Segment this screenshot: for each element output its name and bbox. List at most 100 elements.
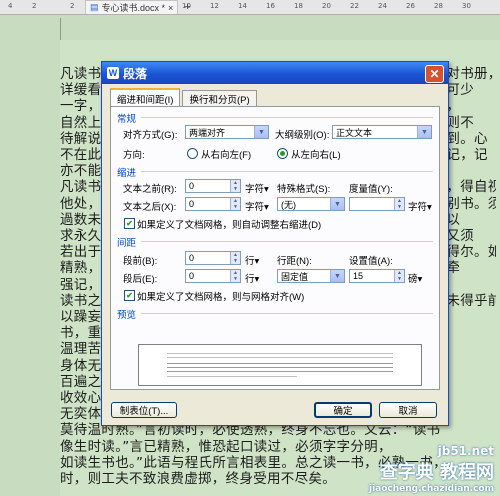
document-tab-label: 专心读书.docx * <box>101 3 166 13</box>
document-tab-bar: ▤ 专心读书.docx * × + <box>85 0 191 14</box>
tab-line-page-breaks[interactable]: 换行和分页(P) <box>182 90 257 107</box>
indent-section-header: 缩进 <box>117 168 137 179</box>
space-after-input[interactable]: 0 ▲ ▼ <box>185 269 241 283</box>
dialog-title: 段落 <box>123 66 148 81</box>
preview-section-header: 预览 <box>117 310 137 321</box>
measure-label: 度量值(Y): <box>349 184 393 195</box>
ruler-number: 22 <box>350 2 359 10</box>
paragraph-dialog: W 段落 ✕ 缩进和间距(I) 换行和分页(P) 常规 对齐方式(G): 两端对… <box>101 61 449 426</box>
tab-stops-button[interactable]: 制表位(T)... <box>111 402 177 418</box>
space-before-label: 段前(B): <box>123 256 158 267</box>
alignment-label: 对齐方式(G): <box>123 130 178 141</box>
setting-value-unit[interactable]: 磅▾ <box>408 271 422 285</box>
space-after-unit[interactable]: 行▾ <box>245 271 259 285</box>
setting-value: 15 <box>353 271 364 281</box>
cancel-button[interactable]: 取消 <box>379 402 437 418</box>
rtl-radio[interactable] <box>187 148 198 159</box>
preview-line <box>167 363 393 364</box>
outline-level-select[interactable]: 正文文本 ▼ <box>332 125 432 139</box>
spin-arrows-icon[interactable]: ▲ ▼ <box>230 270 240 282</box>
dialog-titlebar[interactable]: W 段落 ✕ <box>102 62 448 84</box>
text-after-value: 0 <box>189 199 195 209</box>
direction-label: 方向: <box>123 150 145 161</box>
spin-arrows-icon[interactable]: ▲ ▼ <box>230 198 240 210</box>
watermark-line-2: 查字典 教程网 <box>379 462 494 483</box>
divider <box>141 241 433 242</box>
text-after-unit[interactable]: 字符▾ <box>245 199 269 213</box>
document-icon: ▤ <box>90 2 99 12</box>
text-before-unit[interactable]: 字符▾ <box>245 181 269 195</box>
space-after-label: 段后(E): <box>123 274 158 285</box>
ruler-number: 18 <box>294 2 303 10</box>
special-format-value: (无) <box>281 199 296 210</box>
text-before-value: 0 <box>189 181 195 191</box>
alignment-select[interactable]: 两端对齐 ▼ <box>185 125 269 139</box>
space-after-value: 0 <box>189 271 195 281</box>
margin-mark <box>60 18 61 40</box>
document-tab[interactable]: ▤ 专心读书.docx * × <box>85 0 179 14</box>
ruler-number: 24 <box>378 2 387 10</box>
divider <box>141 313 433 314</box>
setting-value-input[interactable]: 15 ▲ ▼ <box>349 269 405 283</box>
ruler-number: 16 <box>266 2 275 10</box>
preview-box <box>138 344 422 386</box>
ruler-number: 2 <box>70 2 75 10</box>
ruler-number: 28 <box>434 2 443 10</box>
preview-line <box>167 376 297 377</box>
line-spacing-value: 固定值 <box>281 271 309 282</box>
special-format-label: 特殊格式(S): <box>277 184 331 195</box>
space-before-value: 0 <box>189 253 195 263</box>
rtl-label: 从右向左(F) <box>201 150 252 161</box>
divider <box>141 117 433 118</box>
ruler-number: 26 <box>406 2 415 10</box>
general-section-header: 常规 <box>117 114 137 125</box>
ltr-radio[interactable] <box>277 148 288 159</box>
alignment-value: 两端对齐 <box>189 127 226 138</box>
watermark-line-1: jb51.net <box>437 444 494 458</box>
measure-input[interactable]: ▲ ▼ <box>349 197 405 211</box>
wps-icon: W <box>107 67 119 79</box>
preview-line <box>167 353 393 354</box>
space-before-input[interactable]: 0 ▲ ▼ <box>185 251 241 265</box>
ruler-number: 12 <box>210 2 219 10</box>
ruler-number: 4 <box>8 2 13 10</box>
preview-line <box>167 371 393 372</box>
horizontal-ruler[interactable]: 4224681012141618202224262830 <box>0 0 500 15</box>
watermark-line-3: jiaocheng.chazidian.com <box>368 484 494 494</box>
preview-line <box>167 357 393 358</box>
auto-indent-label: 如果定义了文档网格，则自动调整右缩进(D) <box>137 220 322 231</box>
snap-grid-checkbox[interactable]: ✔ <box>124 290 135 301</box>
auto-indent-checkbox[interactable]: ✔ <box>124 218 135 229</box>
chevron-down-icon: ▼ <box>330 198 344 210</box>
outline-level-value: 正文文本 <box>336 127 373 138</box>
ruler-number: 2 <box>32 2 37 10</box>
special-format-select[interactable]: (无) ▼ <box>277 197 345 211</box>
ruler-number: 30 <box>462 2 471 10</box>
measure-unit[interactable]: 字符▾ <box>408 199 432 213</box>
ltr-label: 从左向右(L) <box>291 150 341 161</box>
spin-arrows-icon[interactable]: ▲ ▼ <box>230 180 240 192</box>
spin-arrows-icon[interactable]: ▲ ▼ <box>394 270 404 282</box>
close-dialog-button[interactable]: ✕ <box>425 65 444 83</box>
chevron-down-icon: ▼ <box>417 126 431 138</box>
setting-value-label: 设置值(A): <box>349 256 393 267</box>
ruler-number: 14 <box>238 2 247 10</box>
new-tab-button[interactable]: + <box>184 1 190 13</box>
text-before-input[interactable]: 0 ▲ ▼ <box>185 179 241 193</box>
chevron-down-icon: ▼ <box>254 126 268 138</box>
line-spacing-select[interactable]: 固定值 ▼ <box>277 269 345 283</box>
line-spacing-label: 行距(N): <box>277 256 312 267</box>
spacing-section-header: 间距 <box>117 238 137 249</box>
ok-button[interactable]: 确定 <box>314 402 372 418</box>
space-before-unit[interactable]: 行▾ <box>245 253 259 267</box>
outline-level-label: 大纲级别(O): <box>275 130 330 141</box>
tab-indent-spacing[interactable]: 缩进和间距(I) <box>110 88 181 108</box>
divider <box>141 171 433 172</box>
text-after-input[interactable]: 0 ▲ ▼ <box>185 197 241 211</box>
spin-arrows-icon[interactable]: ▲ ▼ <box>394 198 404 210</box>
chevron-down-icon: ▼ <box>330 270 344 282</box>
close-tab-icon[interactable]: × <box>168 3 173 13</box>
spin-arrows-icon[interactable]: ▲ ▼ <box>230 252 240 264</box>
text-after-label: 文本之后(X): <box>123 202 177 213</box>
preview-line <box>167 367 393 368</box>
